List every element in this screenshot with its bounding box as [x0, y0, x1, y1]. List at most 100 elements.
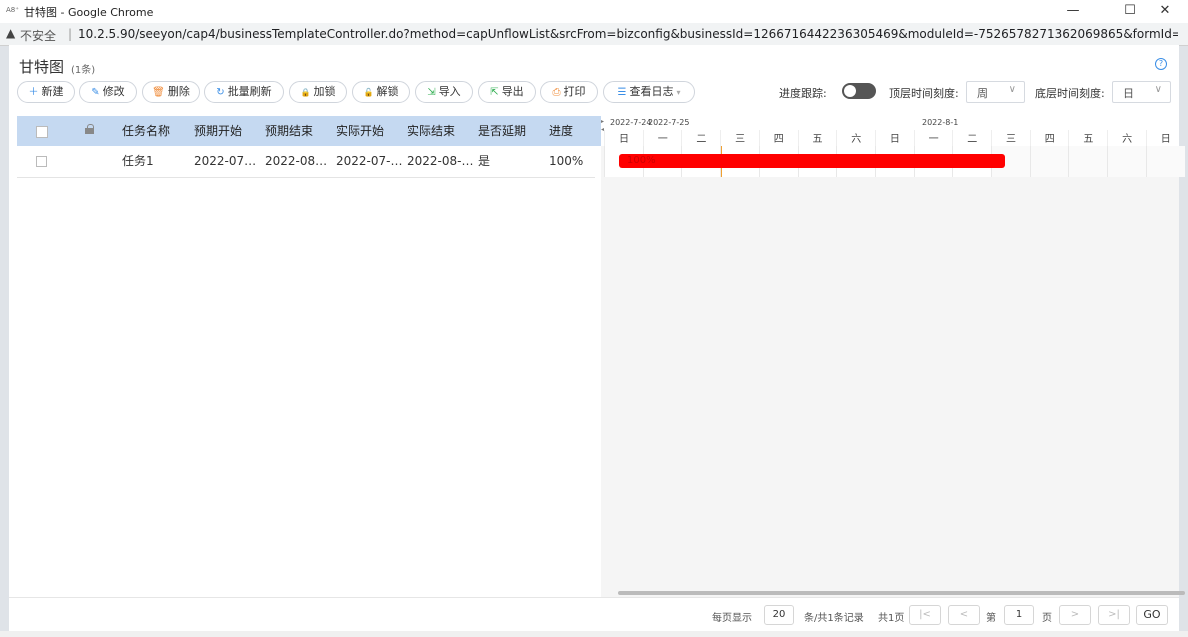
top-scale-select[interactable]: 周 ∨ [966, 81, 1025, 103]
cell-actual-end: 2022-08-03 [407, 154, 475, 168]
weekday-label: 三 [720, 130, 759, 146]
per-page-input[interactable]: 20 [764, 605, 794, 625]
pagination: 每页显示 20 条/共1条记录 共1页 |< < 第 1 页 > >| GO [9, 597, 1179, 632]
weekday-label: 三 [991, 130, 1030, 146]
top-scale-label: 顶层时间刻度: [889, 87, 959, 100]
page-input[interactable]: 1 [1004, 605, 1034, 625]
weekday-label: 六 [1107, 130, 1146, 146]
row-checkbox[interactable] [36, 156, 47, 167]
next-page-button[interactable]: > [1059, 605, 1091, 625]
progress-tracking-label: 进度跟踪: [779, 87, 827, 100]
unlock-button[interactable]: 🔓 解锁 [352, 81, 410, 103]
weekday-label: 日 [604, 130, 643, 146]
day-column [1068, 146, 1108, 177]
total-pages-label: 共1页 [878, 613, 905, 624]
gantt-timeline-header: ▸ ◂ 2022-7-24 2022-7-25 2022-8-1 日一二三四五六… [601, 116, 1179, 146]
delete-label: 删除 [167, 85, 190, 98]
minimize-button[interactable]: — [1058, 2, 1088, 20]
select-all-checkbox[interactable] [36, 126, 48, 138]
cell-delayed: 是 [478, 154, 491, 168]
col-progress[interactable]: 进度 [549, 116, 573, 146]
col-actual-end[interactable]: 实际结束 [407, 116, 455, 146]
chevron-down-icon: ∨ [1154, 84, 1162, 95]
maximize-button[interactable]: ☐ [1115, 2, 1145, 20]
task-bar[interactable]: 100% [619, 154, 1005, 168]
url-text[interactable]: 10.2.5.90/seeyon/cap4/businessTemplateCo… [78, 27, 1178, 41]
cell-progress: 100% [549, 154, 584, 168]
weekday-label: 四 [758, 130, 798, 146]
chevron-down-icon: ▾ [676, 88, 681, 97]
edit-button[interactable]: ✎ 修改 [79, 81, 137, 103]
weekday-label: 日 [874, 130, 914, 146]
progress-tracking-toggle[interactable] [842, 83, 876, 99]
page-label-post: 页 [1042, 613, 1052, 624]
insecure-label[interactable]: 不安全 [20, 27, 56, 44]
weekday-label: 二 [681, 130, 720, 146]
lock-icon: 🔒 [300, 88, 311, 97]
first-page-button[interactable]: |< [909, 605, 941, 625]
export-icon: ⇱ [490, 87, 499, 98]
toggle-knob [844, 85, 856, 97]
col-task-name[interactable]: 任务名称 [122, 116, 170, 146]
batch-refresh-label: 批量刷新 [227, 85, 272, 98]
weekday-label: 一 [913, 130, 953, 146]
weekday-label: 五 [1068, 130, 1107, 146]
day-column [1029, 146, 1069, 177]
log-icon: ☰ [617, 87, 627, 98]
last-page-button[interactable]: >| [1098, 605, 1130, 625]
cell-planned-start: 2022-07-… [194, 154, 260, 168]
grid-header: 任务名称 预期开始 预期结束 实际开始 实际结束 是否延期 进度 [17, 116, 601, 146]
plus-icon: ＋ [28, 87, 39, 98]
window-title: 甘特图 - Google Chrome [24, 6, 154, 19]
page-label-pre: 第 [986, 613, 996, 624]
import-button[interactable]: ⇲ 导入 [415, 81, 473, 103]
export-label: 导出 [501, 85, 524, 98]
batch-refresh-button[interactable]: ↻ 批量刷新 [204, 81, 284, 103]
top-scale-value: 周 [977, 87, 988, 100]
lock-label: 加锁 [313, 85, 336, 98]
weekday-label: 六 [836, 130, 875, 146]
table-row[interactable]: 任务1 2022-07-… 2022-08-… 2022-07-26 2022-… [17, 146, 595, 178]
weekday-label: 二 [952, 130, 991, 146]
chevron-down-icon: ∨ [1008, 84, 1016, 95]
weekday-label: 四 [1029, 130, 1069, 146]
task-bar-label: 100% [627, 155, 656, 166]
new-label: 新建 [41, 85, 64, 98]
day-column [1145, 146, 1185, 177]
col-planned-start[interactable]: 预期开始 [194, 116, 242, 146]
view-log-label: 查看日志 [629, 85, 674, 98]
per-page-label: 每页显示 [712, 613, 752, 624]
horizontal-scrollbar[interactable] [618, 591, 1185, 595]
task-grid: 任务名称 预期开始 预期结束 实际开始 实际结束 是否延期 进度 任务1 202… [17, 116, 601, 598]
help-icon[interactable]: ? [1155, 58, 1167, 70]
gantt-chart: ▸ ◂ 2022-7-24 2022-7-25 2022-8-1 日一二三四五六… [601, 116, 1185, 598]
weekday-label: 日 [1145, 130, 1185, 146]
week-label: 2022-7-24 [610, 118, 652, 127]
window-bottom-edge [0, 631, 1188, 637]
col-delayed[interactable]: 是否延期 [478, 116, 526, 146]
bottom-scale-select[interactable]: 日 ∨ [1112, 81, 1171, 103]
address-bar[interactable]: ▲ 不安全 | 10.2.5.90/seeyon/cap4/businessTe… [0, 23, 1188, 46]
close-button[interactable]: ✕ [1150, 2, 1180, 20]
export-button[interactable]: ⇱ 导出 [478, 81, 536, 103]
cell-planned-end: 2022-08-… [265, 154, 331, 168]
cell-task-name[interactable]: 任务1 [122, 146, 190, 177]
print-button[interactable]: ⎙ 打印 [540, 81, 598, 103]
unlock-icon: 🔓 [363, 88, 374, 97]
col-planned-end[interactable]: 预期结束 [265, 116, 313, 146]
go-button[interactable]: GO [1136, 605, 1168, 625]
delete-button[interactable]: 🗑 删除 [142, 81, 200, 103]
weekday-label: 五 [797, 130, 837, 146]
trash-icon: 🗑 [152, 87, 165, 98]
warning-icon: ▲ [6, 26, 16, 40]
import-label: 导入 [438, 85, 461, 98]
record-count: (1条) [71, 65, 96, 76]
lock-icon [85, 124, 94, 134]
week-label: 2022-7-25 [648, 118, 690, 127]
new-button[interactable]: ＋新建 [17, 81, 75, 103]
prev-page-button[interactable]: < [948, 605, 980, 625]
col-actual-start[interactable]: 实际开始 [336, 116, 384, 146]
bottom-scale-label: 底层时间刻度: [1035, 87, 1105, 100]
lock-button[interactable]: 🔒 加锁 [289, 81, 347, 103]
view-log-button[interactable]: ☰ 查看日志 ▾ [603, 81, 695, 103]
